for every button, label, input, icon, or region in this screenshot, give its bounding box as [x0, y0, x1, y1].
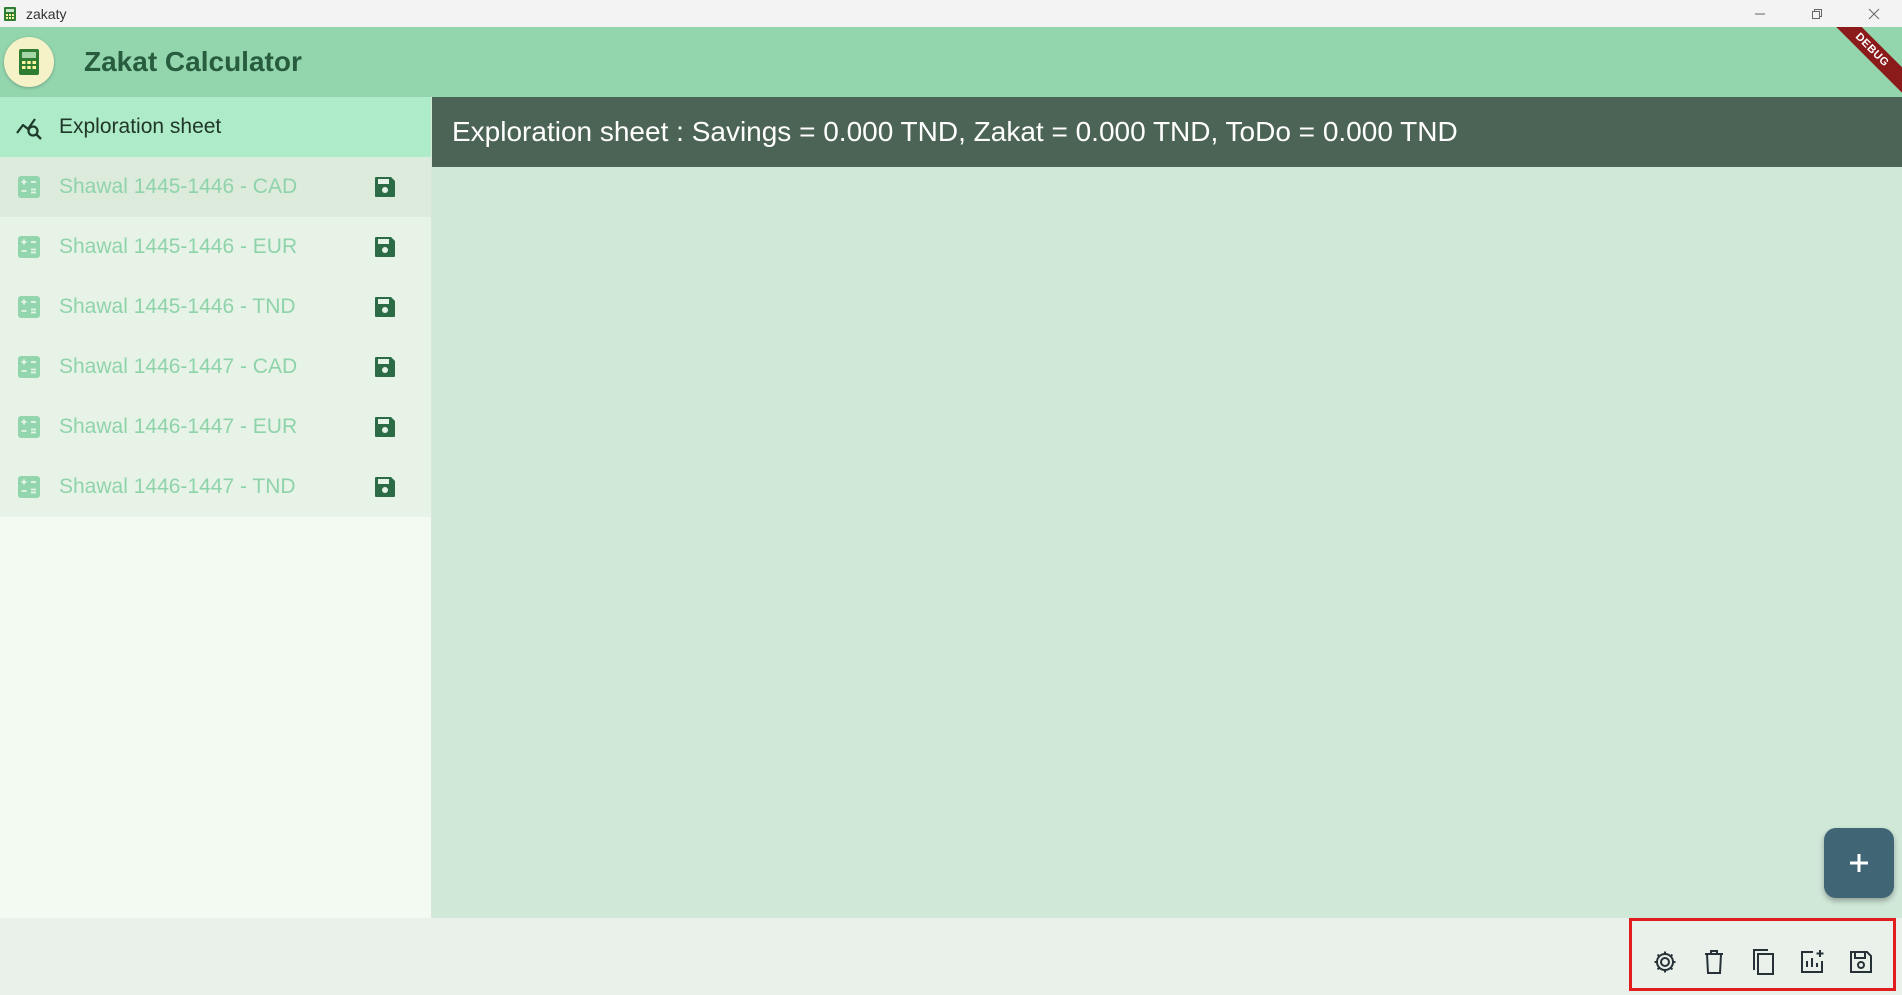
sidebar-item-label: Shawal 1445-1446 - TND — [59, 295, 296, 318]
sidebar-item-sheet[interactable]: Shawal 1446-1447 - TND — [0, 457, 431, 517]
sidebar-item-label: Shawal 1446-1447 - CAD — [59, 355, 298, 378]
sidebar-item-label: Shawal 1445-1446 - CAD — [59, 175, 298, 198]
delete-button[interactable] — [1697, 945, 1731, 979]
calculator-icon — [15, 293, 43, 321]
calculator-icon — [15, 473, 43, 501]
app-bar: Zakat Calculator DEBUG — [0, 27, 1902, 97]
sheet-summary-text: Exploration sheet : Savings = 0.000 TND,… — [452, 116, 1458, 147]
sheet-sidebar: Exploration sheet Shawal 1445-1446 - CAD… — [0, 97, 432, 918]
save-button[interactable] — [1844, 945, 1878, 979]
add-chart-button[interactable] — [1795, 945, 1829, 979]
sidebar-item-sheet[interactable]: Shawal 1446-1447 - CAD — [0, 337, 431, 397]
calculator-logo-icon — [19, 49, 39, 75]
minimize-icon — [1754, 13, 1765, 14]
sidebar-item-sheet[interactable]: Shawal 1445-1446 - EUR — [0, 217, 431, 277]
add-chart-icon — [1800, 949, 1823, 973]
app-logo — [4, 37, 54, 87]
sheet-summary-header: Exploration sheet : Savings = 0.000 TND,… — [432, 97, 1902, 167]
copy-icon — [1752, 948, 1774, 975]
sidebar-item-sheet[interactable]: Shawal 1445-1446 - CAD — [0, 157, 431, 217]
restore-icon — [1811, 8, 1822, 19]
sidebar-item-sheet[interactable]: Shawal 1445-1446 - TND — [0, 277, 431, 337]
save-icon — [1849, 950, 1872, 973]
calculator-icon — [15, 173, 43, 201]
add-button[interactable] — [1824, 828, 1894, 898]
plus-icon — [1850, 854, 1868, 872]
minimize-button[interactable] — [1731, 0, 1788, 27]
sidebar-item-exploration-sheet[interactable]: Exploration sheet — [0, 97, 431, 157]
save-icon[interactable] — [372, 234, 398, 260]
calculator-icon — [15, 413, 43, 441]
sidebar-item-label: Exploration sheet — [59, 115, 222, 138]
save-icon[interactable] — [372, 294, 398, 320]
chart-search-icon — [15, 113, 43, 141]
bottom-actions-toolbar — [1629, 918, 1896, 991]
restore-button[interactable] — [1788, 0, 1845, 27]
copy-button[interactable] — [1746, 945, 1780, 979]
window-titlebar: zakaty — [0, 0, 1902, 27]
debug-banner: DEBUG — [1823, 27, 1902, 97]
sidebar-item-label: Shawal 1445-1446 - EUR — [59, 235, 298, 258]
settings-icon — [1654, 951, 1675, 972]
save-icon[interactable] — [372, 354, 398, 380]
save-icon[interactable] — [372, 474, 398, 500]
calculator-icon — [15, 353, 43, 381]
sidebar-item-label: Shawal 1446-1447 - TND — [59, 475, 296, 498]
window-title: zakaty — [26, 5, 67, 22]
save-icon[interactable] — [372, 174, 398, 200]
calculator-icon — [15, 233, 43, 261]
main-content: Exploration sheet : Savings = 0.000 TND,… — [432, 97, 1902, 918]
sidebar-item-label: Shawal 1446-1447 - EUR — [59, 415, 298, 438]
save-icon[interactable] — [372, 414, 398, 440]
settings-button[interactable] — [1648, 945, 1682, 979]
close-icon — [1868, 8, 1879, 19]
app-title: Zakat Calculator — [84, 46, 302, 77]
bottom-bar — [0, 918, 1902, 995]
delete-icon — [1704, 949, 1723, 974]
sidebar-item-sheet[interactable]: Shawal 1446-1447 - EUR — [0, 397, 431, 457]
close-button[interactable] — [1845, 0, 1902, 27]
app-icon — [4, 6, 16, 21]
